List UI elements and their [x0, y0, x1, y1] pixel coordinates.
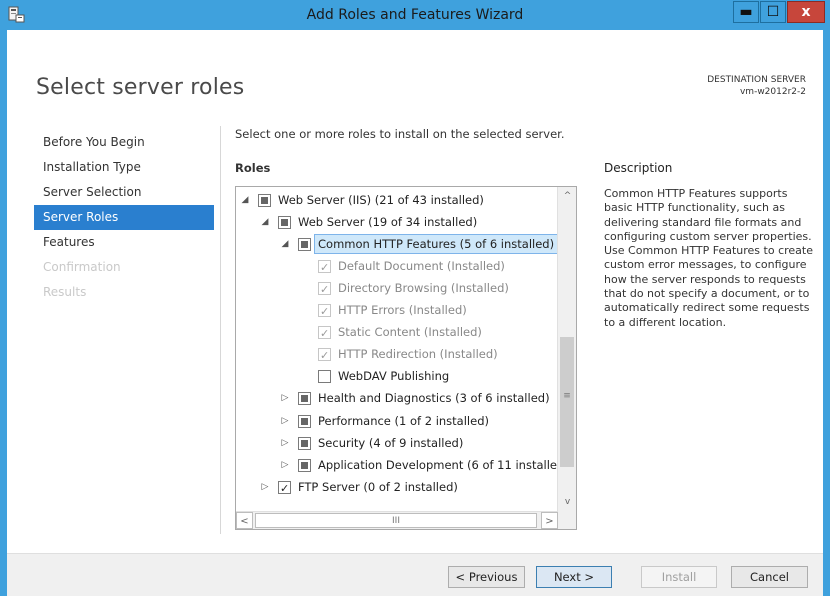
minimize-button[interactable]: ▬: [733, 1, 759, 23]
scrollbar-corner: [558, 511, 576, 529]
role-checkbox[interactable]: [298, 414, 311, 428]
expand-arrow-icon[interactable]: ▷: [260, 476, 270, 498]
nav-item-server-selection[interactable]: Server Selection: [34, 180, 214, 205]
window-frame: Add Roles and Features Wizard ▬ ☐ x Sele…: [0, 0, 830, 596]
roles-label: Roles: [235, 161, 271, 175]
role-checkbox[interactable]: [278, 216, 291, 230]
scroll-left-arrow[interactable]: <: [236, 512, 253, 529]
nav-item-confirmation: Confirmation: [43, 260, 121, 274]
tree-row-label: Web Server (19 of 34 installed): [298, 215, 478, 230]
description-label: Description: [604, 161, 673, 175]
collapse-arrow-icon[interactable]: ◢: [240, 189, 250, 211]
tree-row-label: FTP Server (0 of 2 installed): [298, 479, 458, 494]
tree-row-label: Performance (1 of 2 installed): [318, 413, 489, 428]
roles-tree-viewport: ◢ Web Server (IIS) (21 of 43 installed) ◢ W…: [236, 187, 558, 511]
nav-item-installation-type[interactable]: Installation Type: [34, 155, 214, 180]
nav-divider: [220, 126, 221, 534]
scroll-right-arrow[interactable]: >: [541, 512, 558, 529]
horizontal-scroll-thumb[interactable]: III: [255, 513, 537, 528]
cancel-button[interactable]: Cancel: [731, 566, 808, 588]
nav-item-features[interactable]: Features: [34, 230, 214, 255]
nav-item-before-you-begin[interactable]: Before You Begin: [34, 130, 214, 155]
vertical-scroll-thumb[interactable]: ≡: [560, 337, 574, 467]
previous-button[interactable]: < Previous: [448, 566, 525, 588]
tree-row-label: WebDAV Publishing: [338, 369, 450, 384]
instruction-text: Select one or more roles to install on t…: [235, 127, 565, 141]
expand-arrow-icon[interactable]: ▷: [280, 410, 290, 432]
wizard-nav: Before You Begin Installation Type Serve…: [34, 130, 214, 305]
role-checkbox[interactable]: [278, 478, 291, 500]
scroll-down-arrow[interactable]: v: [558, 493, 576, 511]
expand-arrow-icon[interactable]: ▷: [280, 387, 290, 409]
title-bar[interactable]: Add Roles and Features Wizard ▬ ☐ x: [0, 0, 830, 30]
role-checkbox: [318, 345, 331, 367]
tree-row-label: HTTP Redirection (Installed): [338, 347, 498, 362]
collapse-arrow-icon[interactable]: ◢: [280, 233, 290, 255]
role-checkbox: [318, 323, 331, 345]
window-title: Add Roles and Features Wizard: [306, 7, 524, 23]
tree-row-label: Health and Diagnostics (3 of 6 installed…: [318, 391, 550, 406]
tree-row-label: Static Content (Installed): [338, 325, 482, 340]
collapse-arrow-icon[interactable]: ◢: [260, 211, 270, 233]
tree-row-label: Directory Browsing (Installed): [338, 281, 509, 296]
tree-row-label: Web Server (IIS) (21 of 43 installed): [278, 193, 484, 207]
role-checkbox[interactable]: [298, 458, 311, 472]
destination-server-value: vm-w2012r2-2: [739, 87, 806, 97]
tree-row-label: Common HTTP Features (5 of 6 installed): [313, 234, 558, 255]
roles-tree[interactable]: ◢ Web Server (IIS) (21 of 43 installed) ◢ W…: [235, 186, 577, 530]
role-checkbox: [318, 279, 331, 301]
expand-arrow-icon[interactable]: ▷: [280, 454, 290, 476]
maximize-button[interactable]: ☐: [760, 1, 786, 23]
close-button[interactable]: x: [787, 1, 825, 23]
role-checkbox[interactable]: [298, 238, 311, 252]
tree-row-label: Security (4 of 9 installed): [318, 435, 464, 450]
role-checkbox: [318, 301, 331, 323]
tree-row-label: HTTP Errors (Installed): [338, 303, 467, 318]
role-checkbox[interactable]: [298, 436, 311, 450]
destination-server-label: DESTINATION SERVER: [707, 75, 806, 85]
nav-item-server-roles[interactable]: Server Roles: [34, 205, 214, 230]
description-text: Common HTTP Features supports basic HTTP…: [604, 187, 813, 329]
horizontal-scrollbar[interactable]: < III >: [236, 511, 558, 529]
vertical-scrollbar[interactable]: ^ ≡ v: [557, 187, 576, 511]
wizard-main: Select server roles DESTINATION SERVER v…: [7, 30, 823, 553]
role-checkbox: [318, 257, 331, 279]
role-checkbox[interactable]: [318, 370, 331, 384]
role-checkbox[interactable]: [258, 194, 271, 207]
scroll-grip-icon: III: [392, 516, 400, 526]
nav-item-results: Results: [43, 285, 87, 299]
wizard-footer: < Previous Next > Install Cancel: [7, 553, 823, 596]
tree-row-label: Default Document (Installed): [338, 259, 505, 274]
expand-arrow-icon[interactable]: ▷: [280, 432, 290, 454]
page-title: Select server roles: [36, 75, 245, 100]
next-button[interactable]: Next >: [536, 566, 612, 588]
scroll-grip-icon: ≡: [563, 391, 571, 401]
tree-row-label: Application Development (6 of 11 install…: [318, 457, 558, 472]
scroll-up-arrow[interactable]: ^: [558, 187, 576, 205]
role-checkbox[interactable]: [298, 392, 311, 406]
install-button: Install: [641, 566, 717, 588]
wizard-client-area: Select server roles DESTINATION SERVER v…: [7, 30, 823, 596]
